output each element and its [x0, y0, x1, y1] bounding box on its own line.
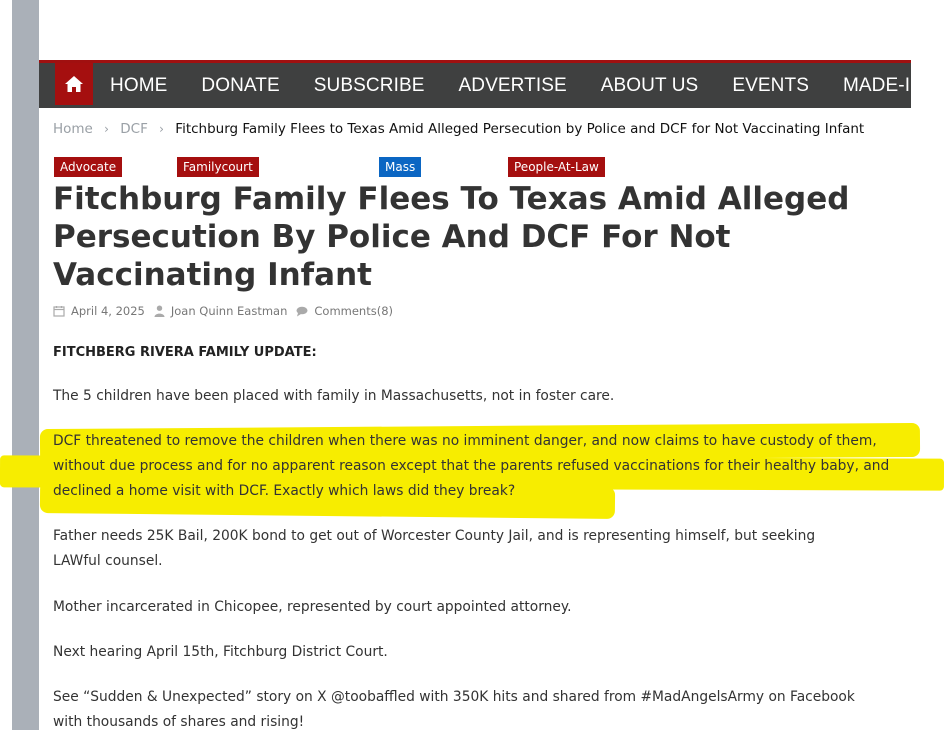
article-heading: FITCHBERG RIVERA FAMILY UPDATE: — [53, 345, 317, 360]
chevron-right-icon: › — [159, 122, 164, 136]
article-meta: April 4, 2025 Joan Quinn Eastman Comment… — [53, 304, 402, 318]
tag-familycourt[interactable]: Familycourt — [177, 157, 259, 177]
article-paragraph-highlighted: DCF threatened to remove the children wh… — [53, 433, 890, 499]
article-paragraph: See “Sudden & Unexpected” story on X @to… — [53, 689, 855, 730]
user-icon — [154, 305, 165, 317]
nav-donate[interactable]: DONATE — [201, 75, 279, 97]
article-paragraph: Next hearing April 15th, Fitchburg Distr… — [53, 644, 388, 660]
chevron-right-icon: › — [104, 122, 109, 136]
breadcrumb-home[interactable]: Home — [53, 121, 93, 137]
meta-comments: Comments(8) — [296, 304, 393, 318]
nav-home[interactable]: HOME — [110, 75, 167, 97]
meta-author: Joan Quinn Eastman — [154, 304, 288, 318]
article-comments-link[interactable]: Comments(8) — [314, 304, 393, 318]
breadcrumb-current: Fitchburg Family Flees to Texas Amid All… — [175, 121, 865, 137]
calendar-icon — [53, 306, 65, 317]
nav-made-in-usa[interactable]: MADE-IN-USA — [843, 75, 944, 97]
meta-date: April 4, 2025 — [53, 304, 145, 318]
article-paragraph: The 5 children have been placed with fam… — [53, 388, 615, 404]
nav-about-us[interactable]: ABOUT US — [601, 75, 699, 97]
article-author[interactable]: Joan Quinn Eastman — [171, 304, 288, 318]
main-nav: HOME DONATE SUBSCRIBE ADVERTISE ABOUT US… — [39, 60, 944, 108]
nav-advertise[interactable]: ADVERTISE — [459, 75, 567, 97]
left-side-bar — [12, 0, 39, 730]
tag-people-at-law[interactable]: People-At-Law — [508, 157, 605, 177]
tag-advocate[interactable]: Advocate — [54, 157, 123, 177]
article-date: April 4, 2025 — [71, 304, 145, 318]
article-paragraph: Mother incarcerated in Chicopee, represe… — [53, 599, 572, 615]
nav-events[interactable]: EVENTS — [732, 75, 809, 97]
nav-subscribe[interactable]: SUBSCRIBE — [314, 75, 425, 97]
breadcrumb: Home › DCF › Fitchburg Family Flees to T… — [53, 121, 864, 137]
article-title: Fitchburg Family Flees To Texas Amid All… — [53, 181, 850, 293]
home-icon — [65, 76, 83, 92]
tag-mass[interactable]: Mass — [379, 157, 422, 177]
breadcrumb-section[interactable]: DCF — [120, 121, 148, 137]
comment-icon — [296, 306, 308, 316]
nav-menu: HOME DONATE SUBSCRIBE ADVERTISE ABOUT US… — [110, 63, 944, 108]
article-paragraph: Father needs 25K Bail, 200K bond to get … — [53, 528, 816, 569]
page-margin — [0, 0, 12, 730]
home-icon-button[interactable] — [55, 63, 93, 105]
